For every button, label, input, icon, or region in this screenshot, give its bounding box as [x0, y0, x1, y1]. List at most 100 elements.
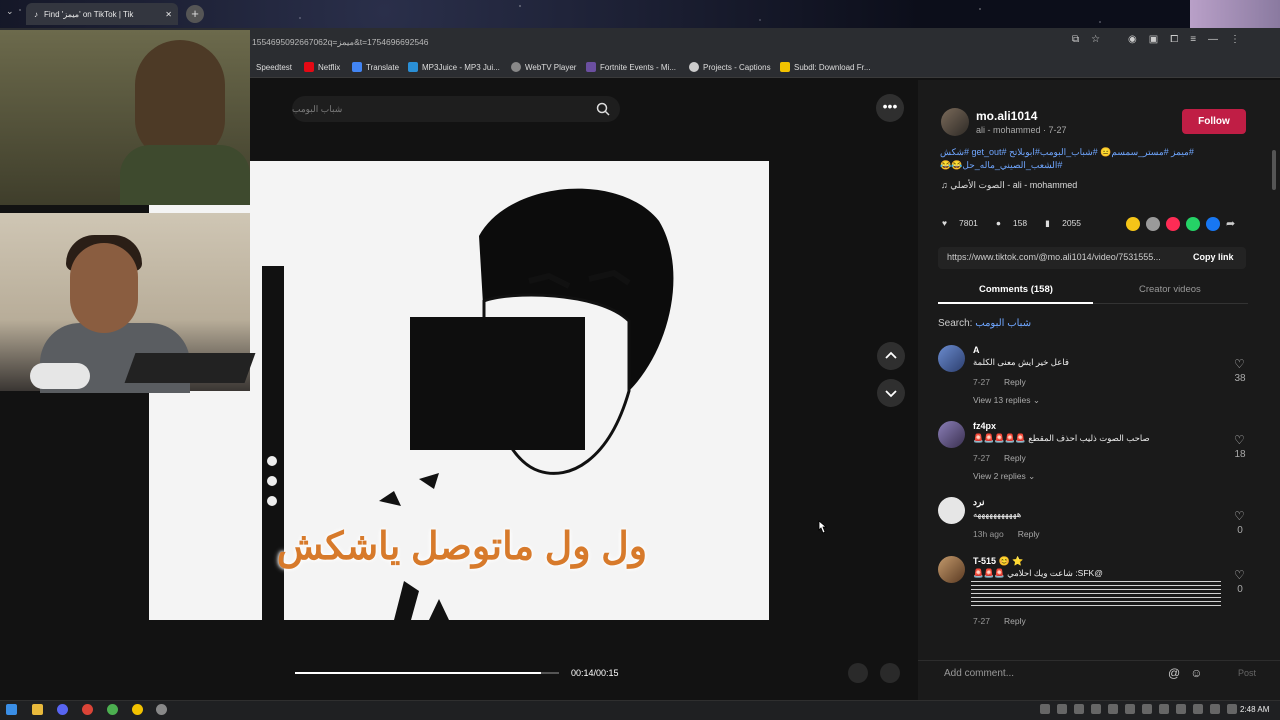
- discord-icon[interactable]: [57, 704, 68, 715]
- heart-outline-icon[interactable]: ♡: [1234, 568, 1245, 582]
- taskbar-clock[interactable]: 2:48 AM: [1240, 705, 1269, 714]
- tray-icon[interactable]: [1142, 704, 1152, 714]
- share-send-icon[interactable]: [1166, 217, 1180, 231]
- share-embed-icon[interactable]: [1126, 217, 1140, 231]
- tab-close-icon[interactable]: ✕: [165, 10, 172, 19]
- file-explorer-icon[interactable]: [32, 704, 43, 715]
- heart-outline-icon[interactable]: ♡: [1234, 509, 1245, 523]
- comment-author[interactable]: fz4px: [973, 421, 996, 431]
- tiktok-search-input[interactable]: شباب البومب: [292, 96, 620, 122]
- chrome-profile-icon[interactable]: [107, 704, 118, 715]
- previous-video-button[interactable]: [877, 342, 905, 370]
- tray-icon[interactable]: [1176, 704, 1186, 714]
- save-stat[interactable]: ▮ 2055: [1045, 218, 1081, 229]
- bookmark-speedtest[interactable]: Speedtest: [256, 60, 292, 74]
- author-username[interactable]: mo.ali1014: [976, 109, 1037, 123]
- follow-button[interactable]: Follow: [1182, 109, 1246, 134]
- avatar[interactable]: [938, 497, 965, 524]
- bookmark-webtv[interactable]: WebTV Player: [511, 60, 576, 74]
- headset-icon[interactable]: [1040, 704, 1050, 714]
- tab-title: Find 'ميمز' on TikTok | Tik: [44, 9, 134, 19]
- chrome-icon[interactable]: [82, 704, 93, 715]
- emoji-icon[interactable]: ☺: [1190, 666, 1202, 680]
- install-app-icon[interactable]: ⧉: [1072, 34, 1079, 45]
- tab-comments[interactable]: Comments (158): [979, 284, 1053, 295]
- whatsapp-icon[interactable]: [1186, 217, 1200, 231]
- minimize-icon[interactable]: —: [1208, 34, 1218, 45]
- tray-icon[interactable]: [1125, 704, 1135, 714]
- author-avatar[interactable]: [941, 108, 969, 136]
- next-video-button[interactable]: [877, 379, 905, 407]
- music-label[interactable]: ♫ الصوت الأصلي - ali - mohammed: [941, 180, 1077, 191]
- view-replies-button[interactable]: View 13 replies ⌄: [973, 395, 1040, 406]
- translate-icon[interactable]: ▣: [1149, 34, 1158, 45]
- volume-icon[interactable]: [880, 663, 900, 683]
- bookmark-subdl[interactable]: Subdl: Download Fr...: [780, 60, 870, 74]
- reply-button[interactable]: Reply: [1018, 529, 1040, 539]
- microphone-icon[interactable]: [1193, 704, 1203, 714]
- extension-icon[interactable]: ◉: [1128, 34, 1137, 45]
- comment-date: 13h ago: [973, 529, 1004, 539]
- comment-like-count: 0: [1237, 525, 1243, 536]
- reply-button[interactable]: Reply: [1004, 377, 1026, 387]
- comment-author[interactable]: نرد: [973, 497, 984, 508]
- add-comment-icons: @ ☺: [1168, 666, 1202, 680]
- comment-author[interactable]: T-515 😊 ⭐: [973, 556, 1023, 567]
- comment-stat[interactable]: ● 158: [996, 218, 1027, 229]
- tab-creator-videos[interactable]: Creator videos: [1139, 284, 1201, 295]
- add-comment-bar: [918, 660, 1280, 700]
- share-friends-icon[interactable]: [1146, 217, 1160, 231]
- bookmark-fortnite[interactable]: Fortnite Events - Mi...: [586, 60, 676, 74]
- puzzle-icon[interactable]: ⧠: [1170, 34, 1178, 45]
- tray-icon[interactable]: [1159, 704, 1169, 714]
- browser-tab-tiktok[interactable]: ♪ Find 'ميمز' on TikTok | Tik ✕: [26, 3, 178, 25]
- reply-button[interactable]: Reply: [1004, 616, 1026, 626]
- mention-icon[interactable]: @: [1168, 666, 1180, 680]
- heart-outline-icon[interactable]: ♡: [1234, 357, 1245, 371]
- search-suggestion[interactable]: Search: شباب البومب: [938, 318, 1031, 329]
- avatar[interactable]: [938, 421, 965, 448]
- menu-dots-icon[interactable]: ⋮: [1230, 34, 1240, 45]
- tray-icon[interactable]: [1057, 704, 1067, 714]
- copy-link-button[interactable]: Copy link: [1193, 252, 1234, 262]
- tray-icon[interactable]: [1074, 704, 1084, 714]
- url-field[interactable]: 1554695092667062q=ميمز&t=1754696692546: [250, 33, 1120, 51]
- avatar[interactable]: [938, 345, 965, 372]
- bookmark-star-icon[interactable]: ☆: [1091, 34, 1100, 45]
- comment-author[interactable]: A: [973, 345, 980, 355]
- reading-list-icon[interactable]: ≡: [1190, 34, 1196, 45]
- facebook-icon[interactable]: [1206, 217, 1220, 231]
- panel-scrollbar[interactable]: [1272, 150, 1276, 190]
- bookmark-translate[interactable]: Translate: [352, 60, 399, 74]
- reply-button[interactable]: Reply: [1004, 453, 1026, 463]
- picture-in-picture-icon[interactable]: [848, 663, 868, 683]
- tray-icon[interactable]: [1091, 704, 1101, 714]
- wifi-icon[interactable]: [1227, 704, 1237, 714]
- share-arrow-icon[interactable]: ➦: [1226, 217, 1235, 231]
- bookmark-captions[interactable]: Projects - Captions: [689, 60, 771, 74]
- more-options-button[interactable]: •••: [876, 94, 904, 122]
- volume-icon[interactable]: [1210, 704, 1220, 714]
- view-replies-button[interactable]: View 2 replies ⌄: [973, 471, 1035, 482]
- bookmark-netflix[interactable]: Netflix: [304, 60, 340, 74]
- heart-outline-icon[interactable]: ♡: [1234, 433, 1245, 447]
- tray-icon[interactable]: [1108, 704, 1118, 714]
- post-button[interactable]: Post: [1238, 668, 1256, 678]
- new-tab-button[interactable]: +: [186, 5, 204, 23]
- tab-search-chevron-icon[interactable]: ⌄: [6, 6, 14, 17]
- app-icon[interactable]: [132, 704, 143, 715]
- search-prefix: Search:: [938, 318, 973, 329]
- mp3juice-icon: [408, 62, 418, 72]
- windows-start-icon[interactable]: [6, 704, 17, 715]
- avatar[interactable]: [938, 556, 965, 583]
- video-progress-bar[interactable]: [295, 672, 559, 674]
- add-comment-input[interactable]: Add comment...: [944, 668, 1014, 679]
- video-description[interactable]: #ميمز #مستر_سمسم😑 #شباب_البومب#ابوبلاتح …: [940, 146, 1212, 172]
- webcam-overlay-top: [0, 30, 250, 205]
- video-link[interactable]: https://www.tiktok.com/@mo.ali1014/video…: [947, 252, 1181, 262]
- obs-icon[interactable]: [156, 704, 167, 715]
- like-stat[interactable]: ♥ 7801: [942, 218, 978, 229]
- search-icon[interactable]: [596, 102, 610, 116]
- comment-text: فاعل خير ايش معنى الكلمة: [973, 357, 1069, 367]
- bookmark-mp3juice[interactable]: MP3Juice - MP3 Jui...: [408, 60, 500, 74]
